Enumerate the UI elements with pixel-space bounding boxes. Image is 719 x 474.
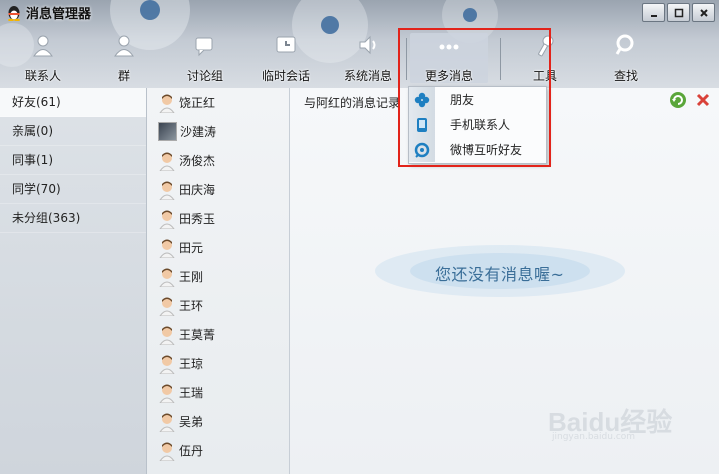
tab-discussion-label: 讨论组 (186, 69, 223, 83)
app-title-bar: 消息管理器 (6, 3, 91, 22)
avatar-icon (159, 94, 175, 113)
maximize-icon (674, 8, 683, 17)
contact-item[interactable]: 王莫菁 (147, 320, 289, 349)
contact-item[interactable]: 饶正红 (147, 88, 289, 117)
avatar-icon (159, 268, 175, 287)
contact-name: 田秀玉 (179, 212, 216, 226)
avatar-icon (159, 239, 175, 258)
contact-name: 王环 (179, 299, 204, 313)
contact-name: 饶正红 (179, 96, 216, 110)
tab-search[interactable]: 查找 (591, 33, 661, 83)
contact-name: 王琼 (179, 357, 204, 371)
contact-list: 饶正红 沙建涛 汤俊杰 田庆海 田秀玉 田元 王刚 王环 王莫菁 王琼 王瑞 吴… (147, 88, 290, 474)
contact-item[interactable]: 汤俊杰 (147, 146, 289, 175)
close-button[interactable] (692, 3, 715, 22)
main-toolbar: 联系人 群 讨论组 临时会话 系统消息 更多消息 工具 查找 (0, 30, 719, 84)
avatar-icon (159, 210, 175, 229)
tab-search-label: 查找 (613, 69, 638, 83)
avatar-icon (159, 297, 175, 316)
contact-name: 吴弟 (179, 415, 204, 429)
discussion-group-icon (195, 37, 213, 57)
refresh-icon[interactable] (669, 91, 687, 109)
contact-person-icon (33, 35, 53, 57)
contact-item[interactable]: 沙建涛 (147, 117, 289, 146)
tab-groups-label: 群 (117, 69, 130, 83)
watermark-subtext: jingyan.baidu.com (552, 432, 636, 442)
tab-system-messages-label: 系统消息 (343, 69, 392, 83)
close-icon (699, 8, 708, 17)
contact-name: 王瑞 (179, 386, 204, 400)
highlight-annotation-box (398, 28, 551, 167)
minimize-button[interactable] (642, 3, 665, 22)
tab-discussion[interactable]: 讨论组 (170, 33, 240, 83)
avatar-icon (159, 355, 175, 374)
window-controls (642, 3, 715, 22)
contact-name: 田庆海 (179, 183, 216, 197)
avatar-icon (159, 442, 175, 461)
tab-contacts-label: 联系人 (24, 69, 61, 83)
group-list: 好友(61) 亲属(0) 同事(1) 同学(70) 未分组(363) (0, 88, 147, 474)
tab-temp-session-label: 临时会话 (261, 69, 310, 83)
baidu-jingyan-watermark: Baidu经验 jingyan.baidu.com (548, 400, 716, 444)
qq-penguin-icon (8, 5, 20, 21)
delete-icon[interactable] (695, 92, 711, 108)
group-item-ungrouped[interactable]: 未分组(363) (0, 204, 146, 233)
avatar-icon (159, 181, 175, 200)
group-item-colleagues[interactable]: 同事(1) (0, 146, 146, 175)
contact-item[interactable]: 王刚 (147, 262, 289, 291)
contact-name: 田元 (179, 241, 204, 255)
contact-item[interactable]: 伍丹 (147, 436, 289, 465)
temp-session-icon (276, 36, 296, 53)
minimize-icon (650, 14, 657, 17)
avatar-icon (159, 152, 175, 171)
app-title: 消息管理器 (26, 7, 92, 22)
tab-groups[interactable]: 群 (89, 33, 159, 83)
group-item-relatives[interactable]: 亲属(0) (0, 117, 146, 146)
tab-temp-session[interactable]: 临时会话 (251, 33, 321, 83)
avatar-icon (159, 384, 175, 403)
contact-item[interactable]: 田庆海 (147, 175, 289, 204)
tab-system-messages[interactable]: 系统消息 (333, 33, 403, 83)
window-header: 消息管理器 联系人 群 讨论组 临时会话 系统消息 更多消息 工具 查找 (0, 0, 719, 88)
contact-name: 王莫菁 (179, 328, 216, 342)
group-item-friends[interactable]: 好友(61) (0, 88, 146, 117)
contact-item[interactable]: 田元 (147, 233, 289, 262)
contact-item[interactable]: 吴弟 (147, 407, 289, 436)
empty-message: 您还没有消息喔~ (435, 265, 565, 284)
tab-contacts[interactable]: 联系人 (8, 33, 78, 83)
avatar-icon (159, 413, 175, 432)
contact-name: 伍丹 (179, 444, 204, 458)
contact-item[interactable]: 王琼 (147, 349, 289, 378)
contact-item[interactable]: 田秀玉 (147, 204, 289, 233)
group-person-icon (114, 35, 134, 57)
contact-name: 沙建涛 (180, 125, 217, 139)
avatar-icon (159, 326, 175, 345)
speaker-icon (359, 35, 376, 55)
group-item-classmates[interactable]: 同学(70) (0, 175, 146, 204)
contact-name: 汤俊杰 (179, 154, 216, 168)
magnifier-icon (615, 34, 634, 55)
contact-name: 王刚 (179, 270, 204, 284)
record-title: 与阿红的消息记录 (304, 96, 401, 110)
maximize-button[interactable] (667, 3, 690, 22)
avatar-photo (158, 122, 177, 141)
contact-item[interactable]: 王瑞 (147, 378, 289, 407)
contact-item[interactable]: 王环 (147, 291, 289, 320)
